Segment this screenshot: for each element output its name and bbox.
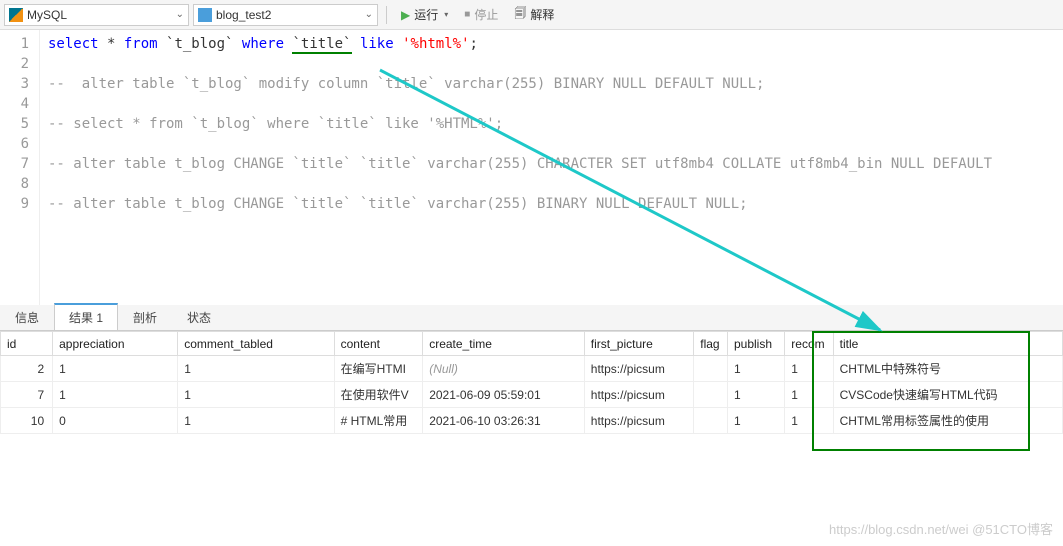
results-table[interactable]: idappreciationcomment_tabledcontentcreat…	[0, 331, 1063, 434]
column-header[interactable]: content	[334, 332, 423, 356]
run-button[interactable]: ▶ 运行 ▾	[395, 6, 454, 23]
tab-profile[interactable]: 剖析	[118, 304, 172, 330]
toolbar: MySQL ⌄ blog_test2 ⌄ ▶ 运行 ▾ ■ 停止 🗐 解释	[0, 0, 1063, 30]
column-header[interactable]: flag	[694, 332, 728, 356]
explain-icon: 🗐	[514, 4, 526, 25]
stop-button[interactable]: ■ 停止	[458, 6, 504, 23]
table-header-row: idappreciationcomment_tabledcontentcreat…	[1, 332, 1063, 356]
chevron-down-icon: ▾	[444, 10, 448, 19]
result-tabs: 信息 结果 1 剖析 状态	[0, 305, 1063, 331]
column-header[interactable]: appreciation	[53, 332, 178, 356]
column-header[interactable]: id	[1, 332, 53, 356]
database-icon	[198, 8, 212, 22]
stop-icon: ■	[464, 9, 470, 20]
tab-info[interactable]: 信息	[0, 304, 54, 330]
table-row[interactable]: 211在编写HTMI(Null)https://picsum11CHTML中特殊…	[1, 356, 1063, 382]
chevron-down-icon: ⌄	[365, 9, 373, 20]
database-dropdown[interactable]: blog_test2 ⌄	[193, 4, 378, 26]
explain-label: 解释	[530, 6, 554, 23]
separator	[386, 6, 387, 24]
column-header[interactable]: comment_tabled	[178, 332, 334, 356]
line-gutter: 123456789	[0, 30, 40, 305]
column-header[interactable]: first_picture	[584, 332, 693, 356]
code-area[interactable]: select * from `t_blog` where `title` lik…	[40, 30, 1063, 305]
table-row[interactable]: 1001# HTML常用2021-06-10 03:26:31https://p…	[1, 408, 1063, 434]
play-icon: ▶	[401, 8, 410, 22]
sql-editor[interactable]: 123456789 select * from `t_blog` where `…	[0, 30, 1063, 305]
database-label: blog_test2	[216, 8, 271, 22]
column-header[interactable]: recom	[785, 332, 833, 356]
tab-result[interactable]: 结果 1	[54, 303, 118, 330]
column-header[interactable]: create_time	[423, 332, 585, 356]
connection-label: MySQL	[27, 8, 67, 22]
stop-label: 停止	[474, 6, 498, 23]
tab-status[interactable]: 状态	[172, 304, 226, 330]
column-header[interactable]: publish	[727, 332, 784, 356]
explain-button[interactable]: 🗐 解释	[508, 4, 560, 25]
chevron-down-icon: ⌄	[176, 9, 184, 20]
column-header[interactable]: title	[833, 332, 1062, 356]
connection-dropdown[interactable]: MySQL ⌄	[4, 4, 189, 26]
watermark: https://blog.csdn.net/wei @51CTO博客	[829, 519, 1053, 538]
table-row[interactable]: 711在使用软件V2021-06-09 05:59:01https://pics…	[1, 382, 1063, 408]
results-panel: idappreciationcomment_tabledcontentcreat…	[0, 331, 1063, 434]
run-label: 运行	[414, 6, 438, 23]
mysql-icon	[9, 8, 23, 22]
